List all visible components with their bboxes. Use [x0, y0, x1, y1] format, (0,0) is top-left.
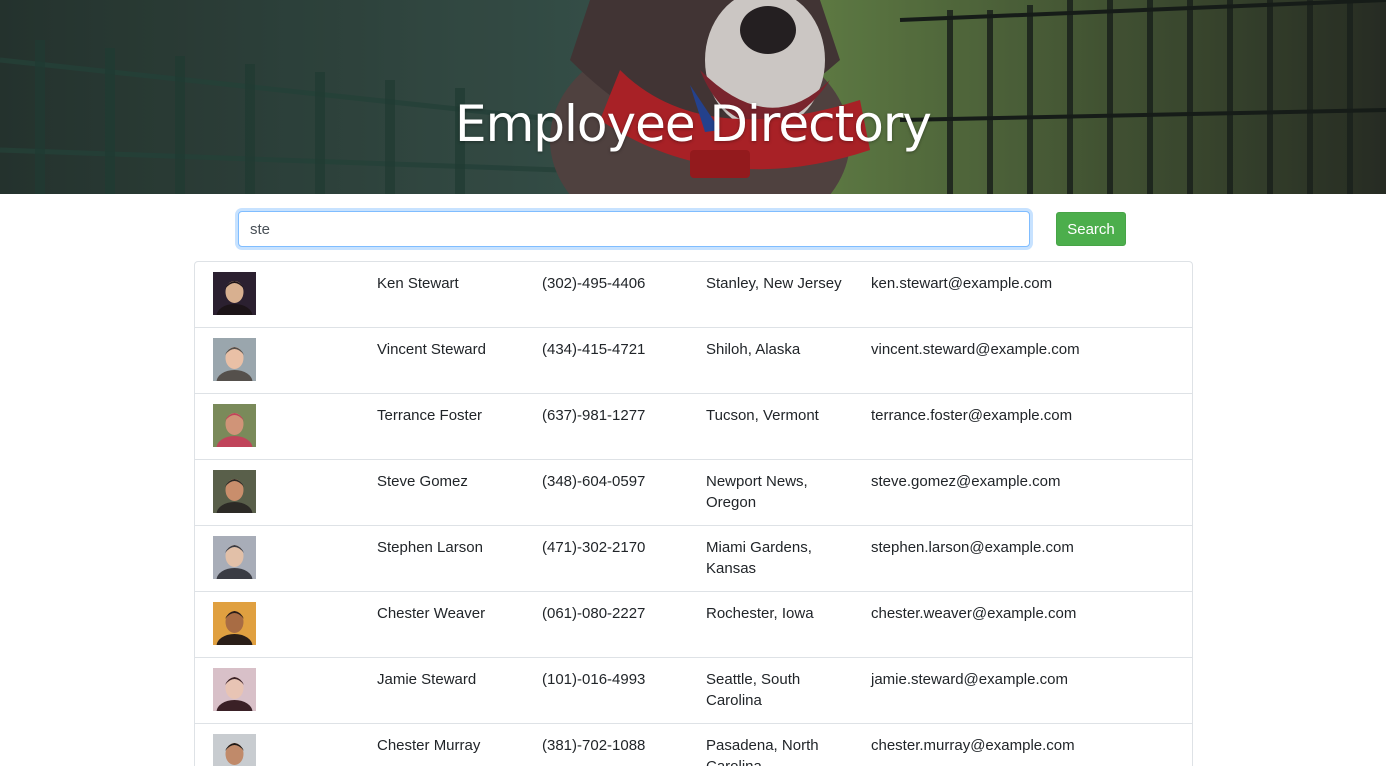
employee-photo: [213, 734, 256, 766]
employee-location: Shiloh, Alaska: [706, 341, 801, 358]
employee-photo: [213, 668, 256, 711]
employee-name: Vincent Steward: [377, 341, 486, 358]
employee-photo: [213, 338, 256, 381]
employee-phone: (302)-495-4406: [542, 275, 646, 292]
employee-name: Terrance Foster: [377, 407, 483, 424]
employee-photo: [213, 602, 256, 645]
employee-location: Miami Gardens, Kansas: [706, 539, 812, 577]
table-row: Vincent Steward (434)-415-4721 Shiloh, Ala…: [195, 328, 1192, 394]
employee-phone: (381)-702-1088: [542, 737, 646, 754]
employee-location: Newport News, Oregon: [706, 473, 808, 511]
employee-name: Stephen Larson: [377, 539, 483, 556]
employee-photo: [213, 536, 256, 579]
employee-location: Tucson, Vermont: [706, 407, 819, 424]
employee-name: Ken Stewart: [377, 275, 459, 292]
page-title: Employee Directory: [455, 95, 932, 153]
employee-email: chester.murray@example.com: [871, 737, 1075, 754]
employee-email: chester.weaver@example.com: [871, 605, 1077, 622]
employee-phone: (348)-604-0597: [542, 473, 646, 490]
table-row: Chester Murray (381)-702-1088 Pasadena, No…: [195, 724, 1192, 766]
employee-name: Chester Murray: [377, 737, 481, 754]
search-input[interactable]: [238, 211, 1030, 247]
employee-email: steve.gomez@example.com: [871, 473, 1061, 490]
search-button[interactable]: Search: [1056, 212, 1126, 246]
employee-email: jamie.steward@example.com: [871, 671, 1068, 688]
employee-email: stephen.larson@example.com: [871, 539, 1074, 556]
employee-phone: (101)-016-4993: [542, 671, 646, 688]
employee-name: Jamie Steward: [377, 671, 477, 688]
employee-phone: (061)-080-2227: [542, 605, 646, 622]
table-row: Steve Gomez (348)-604-0597 Newport News, O…: [195, 460, 1192, 526]
employee-photo: [213, 404, 256, 447]
employee-email: vincent.steward@example.com: [871, 341, 1080, 358]
employee-location: Stanley, New Jersey: [706, 275, 842, 292]
hero-banner: Employee Directory: [0, 0, 1386, 194]
employee-email: terrance.foster@example.com: [871, 407, 1073, 424]
table-row: Stephen Larson (471)-302-2170 Miami Garden…: [195, 526, 1192, 592]
table-row: Terrance Foster (637)-981-1277 Tucson, Ver…: [195, 394, 1192, 460]
employee-name: Chester Weaver: [377, 605, 486, 622]
table-row: Ken Stewart (302)-495-4406 Stanley, New Je…: [195, 262, 1192, 328]
employee-photo: [213, 470, 256, 513]
employee-phone: (434)-415-4721: [542, 341, 646, 358]
employee-table: Ken Stewart (302)-495-4406 Stanley, New Je…: [194, 261, 1193, 766]
table-row: Chester Weaver (061)-080-2227 Rochester, I…: [195, 592, 1192, 658]
employee-photo: [213, 272, 256, 315]
employee-email: ken.stewart@example.com: [871, 275, 1053, 292]
employee-phone: (637)-981-1277: [542, 407, 646, 424]
employee-location: Pasadena, North Carolina: [706, 737, 819, 766]
table-row: Jamie Steward (101)-016-4993 Seattle, Sout…: [195, 658, 1192, 724]
employee-location: Rochester, Iowa: [706, 605, 814, 622]
employee-phone: (471)-302-2170: [542, 539, 646, 556]
employee-name: Steve Gomez: [377, 473, 468, 490]
employee-location: Seattle, South Carolina: [706, 671, 801, 709]
